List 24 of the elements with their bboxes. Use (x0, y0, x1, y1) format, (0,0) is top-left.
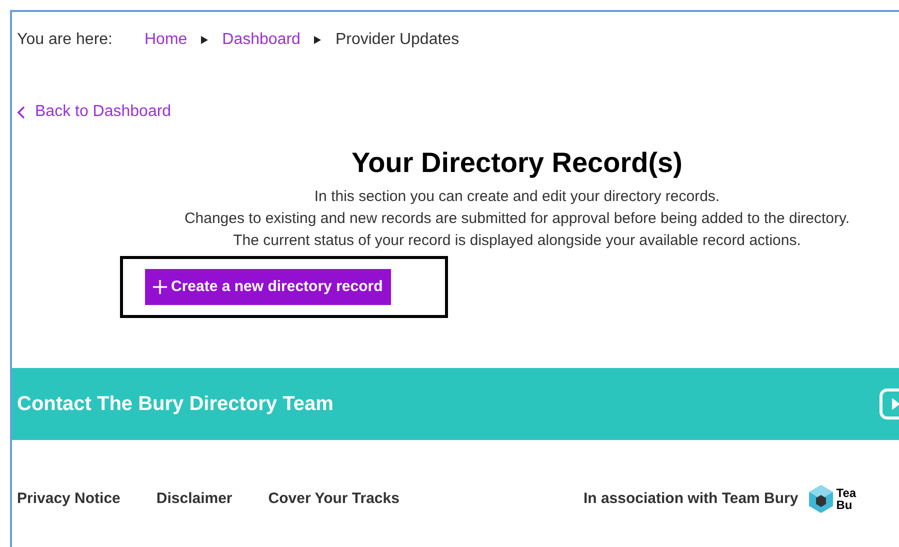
separator-icon (201, 36, 208, 44)
video-play-icon[interactable] (879, 388, 899, 420)
association-text: In association with Team Bury (583, 488, 798, 509)
create-record-button[interactable]: Create a new directory record (145, 269, 391, 305)
breadcrumb-current: Provider Updates (335, 30, 460, 50)
logo-text: Bu (836, 499, 854, 511)
intro-text: In this section you can create and edit your directory records. (314, 187, 720, 207)
back-link[interactable]: Back to Dashboard (17, 100, 172, 124)
logo-text: Tea (836, 487, 856, 499)
plus-icon (153, 280, 167, 294)
breadcrumb-link[interactable]: Home (144, 28, 188, 52)
footer-link[interactable]: Cover Your Tracks (268, 488, 400, 510)
breadcrumb-link[interactable]: Dashboard (222, 28, 300, 52)
separator-icon (314, 36, 322, 44)
intro-text: The current status of your record is displayed alongside your available record actions. (233, 231, 801, 251)
team-logo[interactable]: Tea Bu (808, 484, 856, 514)
intro-text: Changes to existing and new records are submitted for approval before being added to the directory. (184, 209, 850, 229)
footer-link[interactable]: Privacy Notice (17, 488, 120, 510)
breadcrumb-label: You are here: (17, 30, 112, 50)
cube-icon (808, 484, 834, 514)
contact-heading: Contact The Bury Directory Team (17, 392, 334, 417)
footer-link[interactable]: Disclaimer (156, 488, 232, 510)
page-heading: Your Directory Record(s) (350, 146, 684, 180)
chevron-left-icon (17, 106, 25, 118)
